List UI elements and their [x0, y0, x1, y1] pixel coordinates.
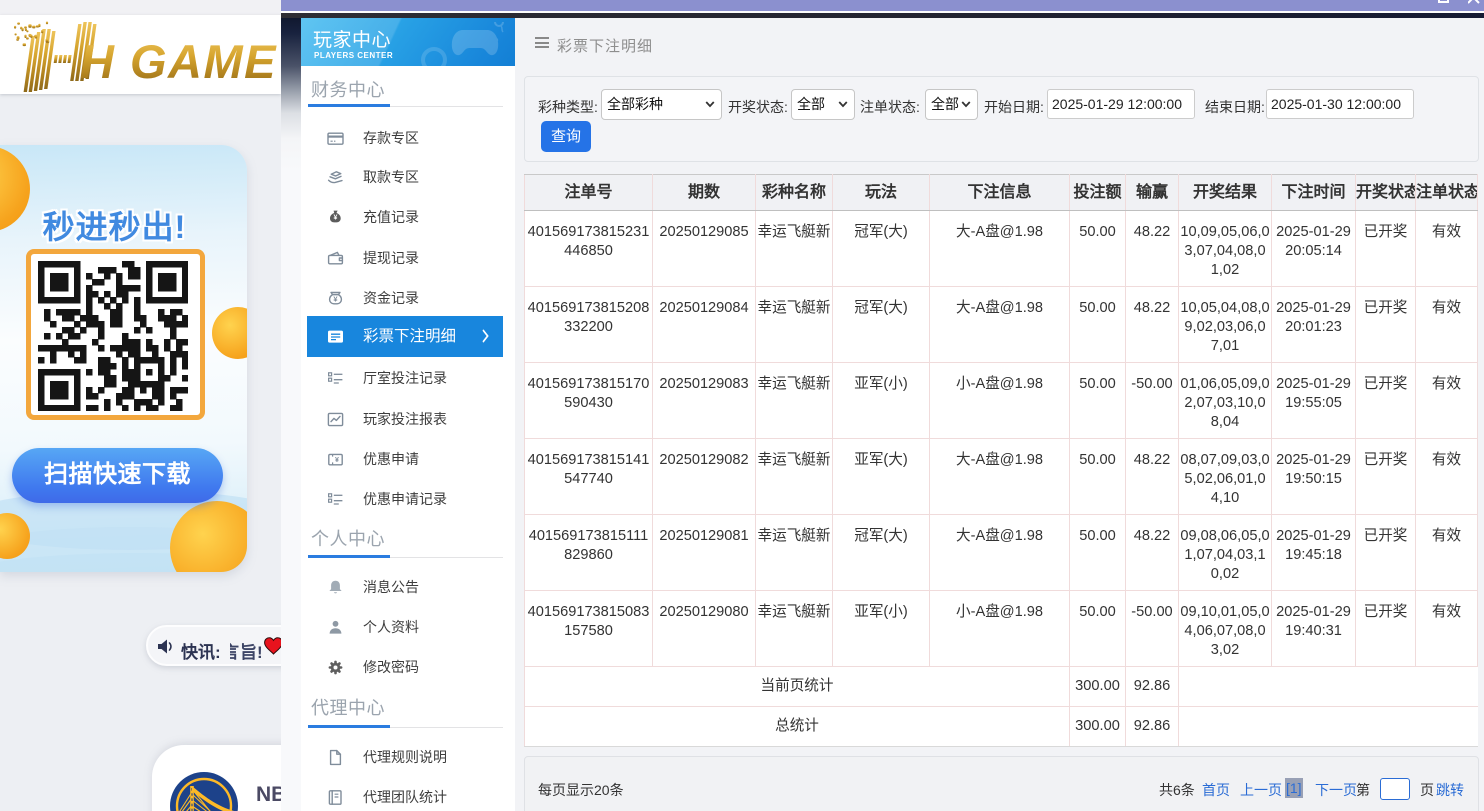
svg-text:¥: ¥: [333, 295, 338, 304]
svg-text:H GAME: H GAME: [80, 35, 277, 88]
svg-text:¥: ¥: [334, 215, 338, 222]
svg-text:¥: ¥: [335, 457, 339, 464]
